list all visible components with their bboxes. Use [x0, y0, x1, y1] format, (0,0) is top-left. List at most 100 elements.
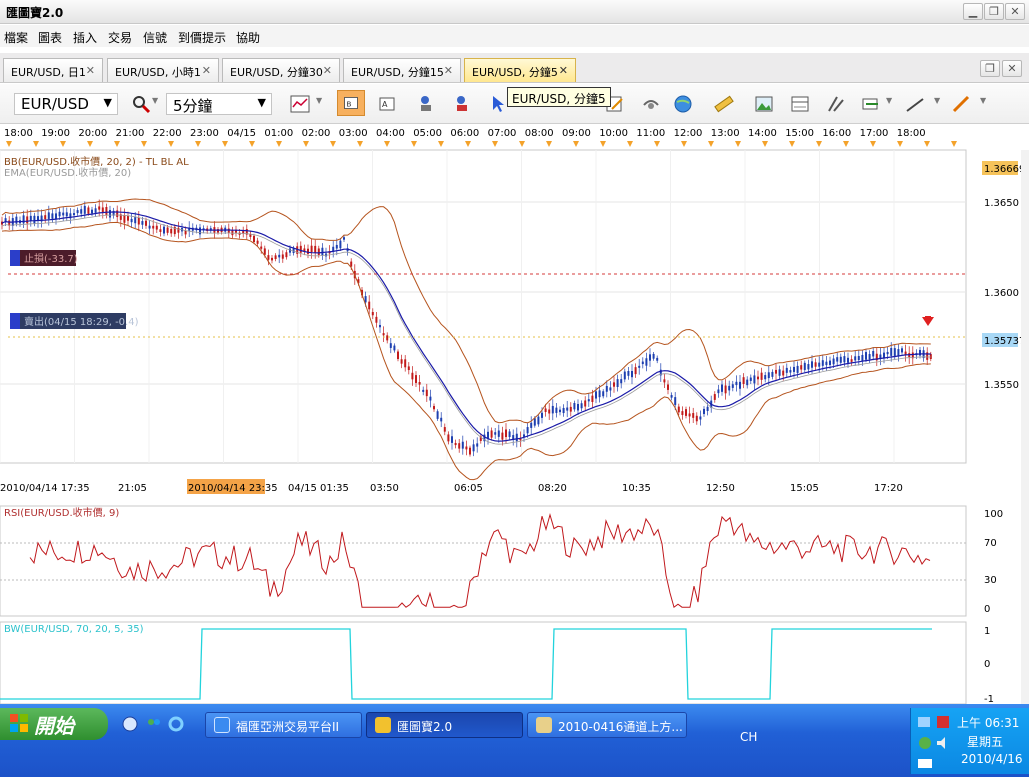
candle-body [487, 431, 489, 439]
close-icon[interactable]: ✕ [323, 64, 332, 77]
tab-eurusd-h1[interactable]: EUR/USD, 小時1 ✕ [107, 58, 219, 82]
candle-body [15, 216, 18, 224]
mail-icon[interactable] [917, 755, 933, 771]
pen-icon[interactable] [950, 93, 972, 115]
chevron-down-icon[interactable]: ▼ [152, 96, 158, 105]
zoom-in-icon[interactable] [415, 93, 437, 115]
clock-time[interactable]: 上午 06:31 [957, 714, 1019, 731]
candle-body [461, 441, 464, 449]
close-icon[interactable]: ✕ [559, 64, 568, 77]
menu-chart[interactable]: 圖表 [38, 29, 62, 46]
task-chart-app[interactable]: 匯圖寶2.0 [366, 712, 523, 738]
restore-button[interactable]: ❐ [984, 3, 1004, 20]
task-document[interactable]: 2010-0416通道上方... [527, 712, 687, 738]
menu-trade[interactable]: 交易 [108, 29, 132, 46]
close-icon[interactable]: ✕ [444, 64, 453, 77]
security-alert-icon[interactable] [935, 714, 951, 730]
task-fxcm-platform[interactable]: 福匯亞洲交易平台II [205, 712, 362, 738]
cursor-icon[interactable] [487, 93, 509, 115]
tab-eurusd-d1[interactable]: EUR/USD, 日1 ✕ [3, 58, 103, 82]
candle-body [350, 261, 353, 267]
minimize-button[interactable]: ▁ [963, 3, 983, 20]
symbol-select[interactable]: EUR/USD ▼ [14, 93, 118, 115]
internet-explorer-icon[interactable] [168, 716, 184, 732]
vertical-scrollbar[interactable] [1021, 150, 1029, 704]
close-icon[interactable]: ✕ [202, 64, 211, 77]
close-button[interactable]: ✕ [1005, 3, 1025, 20]
tab-eurusd-m30[interactable]: EUR/USD, 分鐘30 ✕ [222, 58, 340, 82]
rsi-panel[interactable] [0, 505, 967, 617]
bottom-time-tick: 04/15 01:35 [288, 483, 349, 494]
chart-area[interactable]: 18:00 19:00 20:00 21:00 22:00 23:00 04/15 01:00… [0, 124, 1029, 704]
chevron-down-icon[interactable]: ▼ [980, 96, 986, 105]
price-panel[interactable] [0, 149, 967, 464]
sell-handle[interactable] [10, 313, 20, 329]
indicator-icon[interactable] [825, 93, 847, 115]
candle-body [494, 432, 497, 435]
top-time-tick: 16:00 [822, 128, 851, 139]
candle-body [256, 240, 259, 244]
bottom-time-tick: 12:50 [706, 483, 735, 494]
messenger-icon[interactable] [146, 716, 162, 732]
desktop-icon[interactable] [122, 716, 138, 732]
chevron-down-icon[interactable]: ▼ [316, 96, 322, 105]
ime-indicator[interactable]: CH [740, 730, 757, 744]
candle-body [422, 389, 425, 392]
candle-body [137, 217, 140, 225]
chevron-down-icon[interactable]: ▼ [934, 96, 940, 105]
tab-close-button[interactable]: ✕ [1002, 60, 1022, 77]
menu-price-alert[interactable]: 到價提示 [178, 29, 226, 46]
candle-body [537, 416, 540, 425]
candle-body [641, 361, 644, 365]
bw-tick: 0 [984, 659, 990, 670]
candle-body [73, 213, 75, 216]
chevron-down-icon[interactable]: ▼ [886, 96, 892, 105]
top-time-tick: 11:00 [636, 128, 665, 139]
period-icon[interactable] [640, 93, 662, 115]
ruler-icon[interactable] [713, 93, 735, 115]
top-time-tick: 22:00 [153, 128, 182, 139]
candle-body [386, 335, 389, 341]
top-time-tick: 18:00 [897, 128, 926, 139]
tab-restore-button[interactable]: ❐ [980, 60, 1000, 77]
candle-body [724, 385, 727, 394]
top-time-tick: 20:00 [78, 128, 107, 139]
timeframe-select[interactable]: 5分鐘 ▼ [166, 93, 272, 115]
messenger-tray-icon[interactable] [917, 735, 933, 751]
menu-signal[interactable]: 信號 [143, 29, 167, 46]
crosshair-icon[interactable] [130, 93, 152, 115]
menu-help[interactable]: 協助 [236, 29, 260, 46]
candle-body [231, 230, 234, 236]
tab-eurusd-m15[interactable]: EUR/USD, 分鐘15 ✕ [343, 58, 461, 82]
tab-eurusd-m5[interactable]: EUR/USD, 分鐘5 ✕ [464, 58, 576, 82]
network-icon[interactable] [917, 714, 933, 730]
candle-body [638, 365, 641, 368]
candle-body [562, 407, 565, 414]
candle-body [472, 444, 475, 452]
line-tool-icon[interactable] [904, 93, 926, 115]
candle-style-icon[interactable]: A [376, 93, 398, 115]
candle-body [695, 415, 698, 422]
bw-panel[interactable] [0, 621, 967, 704]
template-icon[interactable] [789, 93, 811, 115]
close-icon[interactable]: ✕ [86, 64, 95, 77]
chart-type-icon[interactable] [289, 93, 311, 115]
task-label: 福匯亞洲交易平台II [236, 720, 340, 734]
scroll-icon[interactable] [860, 93, 882, 115]
stop-loss-handle[interactable] [10, 250, 20, 266]
bottom-time-tick: 21:05 [118, 483, 147, 494]
candle-body [753, 375, 756, 384]
zoom-out-icon[interactable] [451, 93, 473, 115]
bar-style-icon[interactable]: B [337, 90, 365, 116]
candle-body [404, 359, 407, 368]
candle-body [91, 209, 93, 214]
candle-body [170, 228, 173, 234]
menu-file[interactable]: 檔案 [4, 29, 28, 46]
start-button[interactable]: 開始 [0, 708, 108, 740]
volume-icon[interactable] [935, 735, 951, 751]
picture-icon[interactable] [753, 93, 775, 115]
candle-body [573, 402, 576, 410]
menu-insert[interactable]: 插入 [73, 29, 97, 46]
rsi-label: RSI(EUR/USD.收市價, 9) [4, 506, 119, 519]
globe-icon[interactable] [672, 93, 694, 115]
